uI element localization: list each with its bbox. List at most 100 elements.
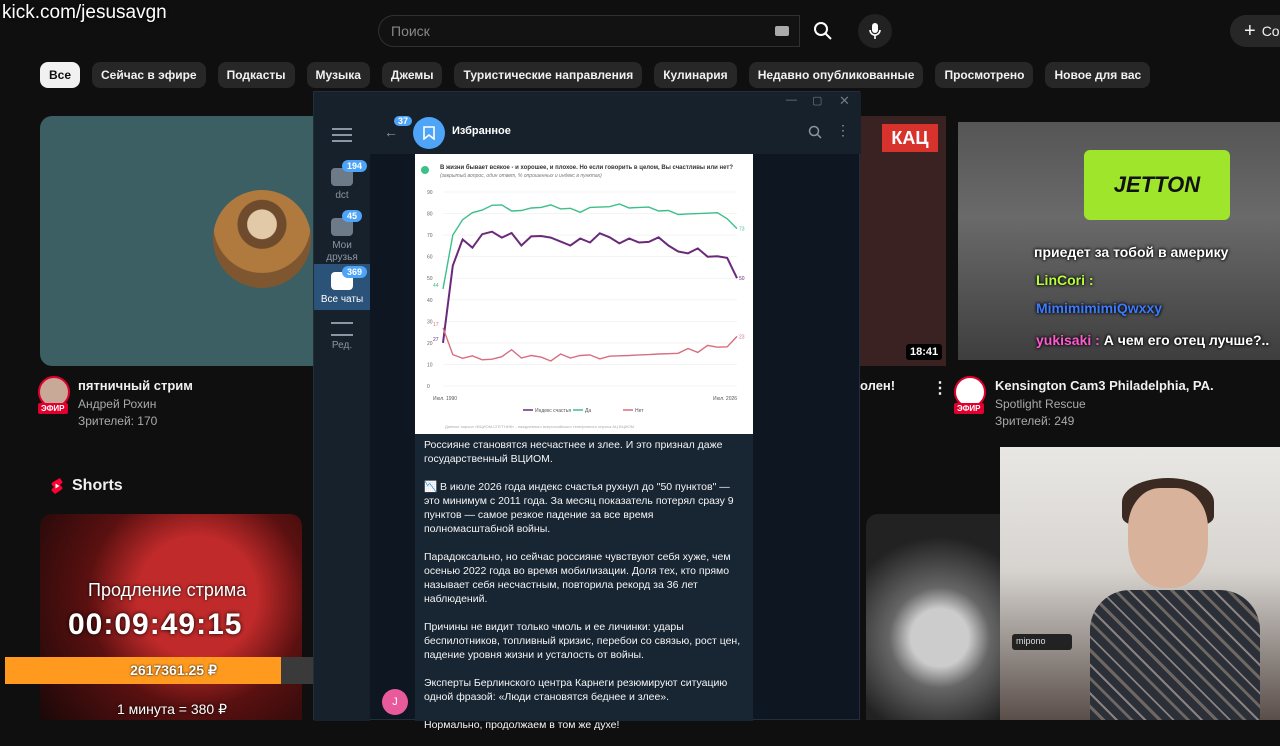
maximize-icon[interactable]: ▢ (812, 94, 822, 107)
telegram-window: — ▢ ✕ 194 dct 45 Мои друзья 369 Все чаты… (313, 91, 861, 731)
chip-recent[interactable]: Недавно опубликованные (748, 62, 924, 88)
unread-badge: 45 (342, 210, 363, 222)
channel-name[interactable]: Андрей Рохин (78, 397, 156, 411)
search-input[interactable]: Поиск (378, 15, 800, 47)
series-line-1 (442, 203, 738, 290)
folder-edit[interactable]: Ред. (314, 322, 370, 362)
search-icon (814, 22, 832, 40)
video-title[interactable]: олен! (860, 378, 895, 393)
chat-header: ← 37 Избранное ⋮ (370, 112, 861, 154)
folder-all-chats[interactable]: 369 Все чаты (314, 264, 370, 310)
chart-subtitle: (закрытый вопрос, один ответ, % опрошенн… (440, 172, 602, 179)
short-thumbnail[interactable] (866, 514, 1000, 720)
y-tick-label: 70 (427, 233, 433, 239)
menu-icon[interactable] (332, 128, 352, 142)
video-duration: 18:41 (906, 344, 943, 360)
more-options-icon[interactable]: ⋮ (932, 378, 948, 398)
y-tick-label: 50 (427, 276, 433, 282)
more-options-icon[interactable]: ⋮ (836, 122, 850, 139)
sender-avatar[interactable]: J (382, 689, 408, 715)
chip-jams[interactable]: Джемы (381, 62, 443, 88)
back-arrow-icon[interactable]: ← (384, 124, 398, 140)
window-titlebar: — ▢ ✕ (314, 92, 861, 112)
unread-badge: 369 (342, 266, 368, 278)
legend-label: Нет (635, 408, 644, 414)
data-label: 27 (433, 337, 439, 343)
category-chips: Все Сейчас в эфире Подкасты Музыка Джемы… (40, 62, 1151, 88)
video-title[interactable]: Kensington Cam3 Philadelphia, PA. (995, 378, 1214, 393)
search-icon[interactable] (808, 125, 822, 139)
y-tick-label: 10 (427, 362, 433, 368)
keyboard-icon[interactable] (775, 26, 789, 36)
folder-label: Мои друзья (326, 240, 358, 263)
y-tick-label: 0 (427, 384, 430, 390)
shorts-section-header: Shorts (50, 477, 123, 495)
data-label: 44 (433, 283, 439, 289)
video-title[interactable]: пятничный стрим (78, 378, 193, 393)
chip-cooking[interactable]: Кулинария (654, 62, 737, 88)
legend-label: Индекс счастья (535, 408, 571, 414)
voice-search-button[interactable] (858, 14, 892, 48)
close-icon[interactable]: ✕ (839, 93, 850, 109)
y-tick-label: 20 (427, 341, 433, 347)
folder-label: Все чаты (320, 294, 364, 305)
create-button[interactable]: + Со (1230, 15, 1280, 47)
message-paragraph: Эксперты Берлинского центра Карнеги резю… (424, 677, 728, 703)
streamer-photo (213, 190, 311, 288)
unread-badge: 194 (342, 160, 368, 172)
folder-sidebar: 194 dct 45 Мои друзья 369 Все чаты Ред. (314, 112, 370, 721)
streamer-face (1128, 488, 1208, 588)
chip-travel[interactable]: Туристические направления (454, 62, 643, 88)
y-tick-label: 40 (427, 298, 433, 304)
message-paragraph: Нормально, продолжаем в том же духе! (424, 719, 620, 731)
chat-title[interactable]: Избранное (452, 125, 511, 137)
stream-timer: 00:09:49:15 (68, 608, 243, 641)
overlay-chat-line: приедет за тобой в америку (1034, 244, 1228, 260)
happiness-chart: В жизни бывает всякое - и хорошее, и пло… (421, 164, 745, 429)
minimize-icon[interactable]: — (786, 94, 797, 106)
y-tick-label: 60 (427, 255, 433, 261)
x-tick-label: Июл. 1990 (433, 396, 457, 402)
x-tick-label: Июл. 2026 (713, 396, 737, 402)
search-button[interactable] (800, 15, 846, 47)
create-label: Со (1261, 23, 1280, 39)
series-line-2 (442, 230, 738, 344)
streamer-shirt (1090, 590, 1260, 720)
chart-image[interactable]: В жизни бывает всякое - и хорошее, и пло… (415, 154, 753, 434)
chart-title: В жизни бывает всякое - и хорошее, и пло… (440, 164, 733, 171)
saved-messages-avatar[interactable] (413, 117, 445, 149)
chip-podcasts[interactable]: Подкасты (217, 62, 295, 88)
chip-new[interactable]: Новое для вас (1045, 62, 1151, 88)
live-badge: ЭФИР (38, 403, 68, 414)
plus-icon: + (1244, 19, 1256, 42)
channel-name[interactable]: Spotlight Rescue (995, 397, 1086, 411)
poll-logo-icon (421, 166, 429, 174)
chip-all[interactable]: Все (40, 62, 81, 88)
folder-label: Ред. (331, 340, 353, 351)
chip-music[interactable]: Музыка (306, 62, 370, 88)
message-paragraph: Причины не видит только чмоль и ее личин… (424, 621, 741, 661)
shorts-icon (51, 478, 63, 494)
stream-url-overlay: kick.com/jesusavgn (2, 2, 167, 23)
folder-label: dct (335, 190, 349, 201)
chat-username: MimimimimiQwxxy (1036, 300, 1163, 316)
data-label: 50 (739, 276, 745, 282)
video-thumbnail[interactable] (860, 116, 946, 366)
shorts-label: Shorts (72, 477, 123, 494)
folder-dct[interactable]: 194 dct (314, 160, 370, 214)
donation-total: 2617361.25 ₽ (130, 662, 217, 678)
channel-avatar[interactable]: ЭФИР (954, 376, 986, 414)
channel-avatar[interactable]: ЭФИР (38, 376, 70, 414)
channel-logo-badge: КАЦ (882, 124, 938, 152)
search-placeholder: Поиск (391, 23, 430, 39)
data-label: 73 (739, 227, 745, 233)
message-text: Россияне становятся несчастнее и злее. И… (424, 438, 744, 746)
chat-username: LinCori : (1036, 272, 1094, 288)
mic-icon (869, 23, 881, 39)
data-label: 23 (739, 334, 745, 340)
chip-live[interactable]: Сейчас в эфире (92, 62, 206, 88)
message-paragraph: 📉 В июле 2026 года индекс счастья рухнул… (424, 481, 734, 535)
chip-watched[interactable]: Просмотрено (935, 62, 1034, 88)
folder-friends[interactable]: 45 Мои друзья (314, 210, 370, 268)
overlay-chat-line: MimimimimiQwxxy (1036, 300, 1162, 316)
